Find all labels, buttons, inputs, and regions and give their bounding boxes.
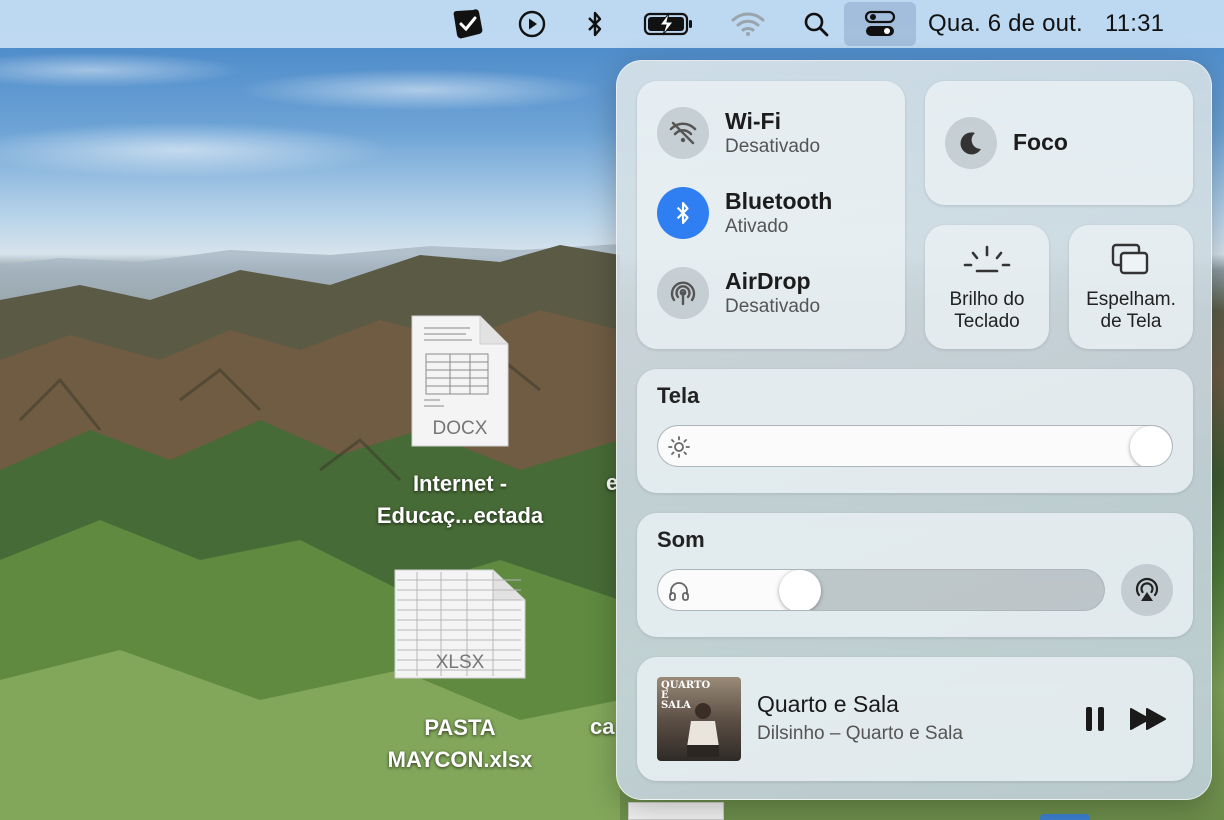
moon-icon (945, 117, 997, 169)
wifi-title: Wi-Fi (725, 108, 781, 134)
screen-mirroring-icon (1111, 243, 1149, 275)
partial-file-label[interactable]: ca (590, 714, 614, 740)
sound-slider-knob[interactable] (779, 570, 821, 610)
menu-bar-time: 11:31 (1104, 10, 1165, 37)
control-center-icon[interactable] (844, 2, 916, 46)
keyboard-brightness-icon (963, 245, 1011, 273)
docx-file-name-line1: Internet - (412, 471, 508, 496)
keyboard-brightness-label-line1: Brilho do (949, 289, 1025, 310)
screen-mirroring-label-line2: de Tela (1100, 311, 1162, 332)
control-center-panel: Wi-Fi Desativado Bluetooth Ativado AirDr… (616, 60, 1212, 800)
sun-icon (668, 436, 690, 458)
now-playing-tile[interactable]: QUARTO E SALA Quarto e Sala Dilsinho – Q… (637, 657, 1193, 781)
menu-bar-clock[interactable]: Qua. 6 de out. 11:31 (928, 0, 1164, 48)
screen-mirroring-label-line1: Espelham. (1086, 289, 1176, 310)
play-circle-icon[interactable] (514, 0, 550, 48)
xlsx-file-icon[interactable]: XLSX (393, 568, 527, 685)
bluetooth-status: Ativado (725, 216, 789, 237)
wifi-status: Desativado (725, 136, 821, 157)
sound-tile: Som (637, 513, 1193, 637)
checklist-app-icon[interactable] (448, 0, 488, 48)
airplay-audio-icon[interactable] (1121, 564, 1173, 616)
xlsx-file-name-line2: MAYCON.xlsx (387, 747, 533, 772)
connectivity-tile: Wi-Fi Desativado Bluetooth Ativado AirDr… (637, 81, 905, 349)
airdrop-icon[interactable] (657, 267, 709, 319)
keyboard-brightness-tile[interactable]: Brilho do Teclado (925, 225, 1049, 349)
sound-volume-slider[interactable] (657, 569, 1105, 611)
airdrop-status: Desativado (725, 296, 821, 317)
docx-file-name-line2: Educaç...ectada (376, 503, 544, 528)
focus-label: Foco (1013, 129, 1068, 155)
bluetooth-toggle[interactable]: Bluetooth Ativado (657, 185, 832, 241)
docx-file-icon[interactable]: DOCX (410, 314, 510, 453)
partial-folder-icon[interactable] (1040, 814, 1090, 820)
focus-tile[interactable]: Foco (925, 81, 1193, 205)
docx-file-name[interactable]: Internet - Educaç...ectada (350, 468, 570, 532)
display-slider-knob[interactable] (1130, 426, 1172, 466)
wifi-off-icon[interactable] (728, 0, 768, 48)
album-art[interactable]: QUARTO E SALA (657, 677, 741, 761)
xlsx-badge: XLSX (435, 652, 485, 673)
now-playing-title: Quarto e Sala (757, 691, 899, 717)
partial-file-icon[interactable] (628, 802, 724, 820)
bluetooth-icon[interactable] (657, 187, 709, 239)
xlsx-file-name-line1: PASTA (424, 715, 496, 740)
screen-mirroring-tile[interactable]: Espelham. de Tela (1069, 225, 1193, 349)
airdrop-title: AirDrop (725, 268, 811, 294)
xlsx-file-name[interactable]: PASTA MAYCON.xlsx (350, 712, 570, 776)
bluetooth-icon[interactable] (580, 0, 610, 48)
now-playing-subtitle: Dilsinho – Quarto e Sala (757, 723, 963, 744)
forward-icon[interactable] (1129, 707, 1169, 731)
pause-icon[interactable] (1083, 705, 1107, 733)
display-brightness-slider[interactable] (657, 425, 1173, 467)
menu-bar-date: Qua. 6 de out. (928, 10, 1083, 37)
bluetooth-title: Bluetooth (725, 188, 833, 214)
wifi-toggle[interactable]: Wi-Fi Desativado (657, 105, 820, 161)
display-tile: Tela (637, 369, 1193, 493)
docx-badge: DOCX (432, 418, 488, 439)
display-slider-fill (658, 426, 1172, 466)
menu-bar: Qua. 6 de out. 11:31 (0, 0, 1224, 48)
display-title: Tela (657, 383, 700, 408)
airdrop-toggle[interactable]: AirDrop Desativado (657, 265, 820, 321)
battery-charging-icon[interactable] (640, 0, 698, 48)
keyboard-brightness-label-line2: Teclado (954, 311, 1020, 332)
search-icon[interactable] (800, 0, 832, 48)
headphones-icon (669, 582, 689, 601)
sound-title: Som (657, 527, 705, 552)
wifi-off-icon[interactable] (657, 107, 709, 159)
